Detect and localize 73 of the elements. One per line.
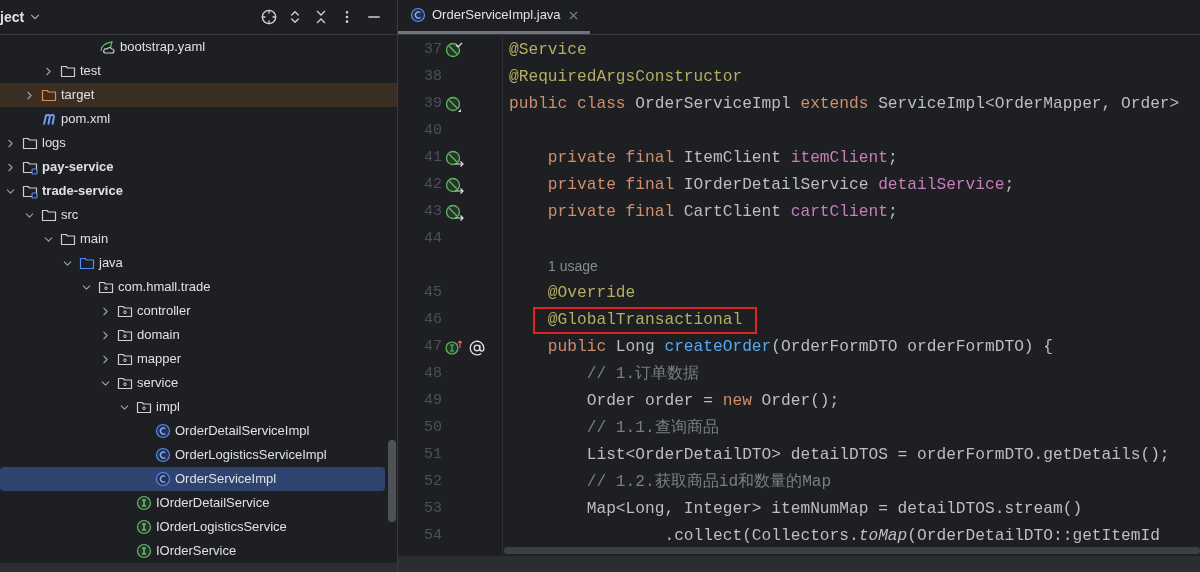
code-line: @Service <box>509 40 587 62</box>
folder-icon <box>41 207 57 223</box>
folder-icon <box>22 159 38 175</box>
panel-title[interactable]: ject <box>0 6 25 28</box>
tree-item[interactable]: pom.xml <box>0 107 397 131</box>
class-icon <box>410 7 426 23</box>
code-line: // 1.1.查询商品 <box>585 417 719 440</box>
tree-item[interactable]: impl <box>0 395 397 419</box>
class-icon <box>155 423 171 439</box>
folder-icon <box>60 63 76 79</box>
folder-icon <box>117 351 133 367</box>
folder-icon <box>117 327 133 343</box>
horizontal-scrollbar[interactable] <box>504 547 1200 554</box>
code-line: public Long createOrder(OrderFormDTO orderFormDTO) { <box>546 337 1053 359</box>
bean-arrow-icon[interactable] <box>445 203 465 222</box>
tree-item[interactable]: OrderServiceImpl <box>0 467 385 491</box>
interface-icon <box>136 519 152 535</box>
tree-item[interactable]: trade-service <box>0 179 397 203</box>
tree-item[interactable]: target <box>0 83 397 107</box>
interface-icon <box>136 543 152 559</box>
editor-tab[interactable]: OrderServiceImpl.java <box>398 0 590 34</box>
folder-icon <box>79 255 95 271</box>
folder-icon <box>98 279 114 295</box>
usage-hint[interactable]: 1 usage <box>502 256 598 277</box>
tree-item[interactable]: main <box>0 227 397 251</box>
folder-icon <box>117 375 133 391</box>
bean-arrow-icon[interactable] <box>445 149 465 168</box>
code-line: // 1.2.获取商品id和数量的Map <box>585 471 832 494</box>
code-line: @RequiredArgsConstructor <box>509 67 743 89</box>
bean-check-icon[interactable] <box>445 41 465 60</box>
code-line: // 1.订单数据 <box>585 364 700 386</box>
code-line: Order order = new Order(); <box>585 391 840 413</box>
tree-item[interactable]: pay-service <box>0 155 397 179</box>
folder-icon <box>41 87 57 103</box>
class-icon <box>155 447 171 463</box>
folder-icon <box>22 135 38 151</box>
tree-item[interactable]: bootstrap.yaml <box>0 35 397 59</box>
code-line: private final ItemClient itemClient; <box>546 148 898 170</box>
tree-item[interactable]: com.hmall.trade <box>0 275 397 299</box>
code-line: private final IOrderDetailService detailService; <box>546 175 1015 197</box>
interface-icon <box>136 495 152 511</box>
tree-item[interactable]: OrderLogisticsServiceImpl <box>0 443 397 467</box>
tree-item[interactable]: OrderDetailServiceImpl <box>0 419 397 443</box>
tree-item[interactable]: test <box>0 59 397 83</box>
bean-arrow-icon[interactable] <box>445 176 465 195</box>
folder-icon <box>22 183 38 199</box>
leaf-file-icon <box>98 39 116 55</box>
folder-icon <box>136 399 152 415</box>
class-icon <box>155 471 171 487</box>
tree-item[interactable]: logs <box>0 131 397 155</box>
tree-item[interactable]: domain <box>0 323 397 347</box>
code-line: List<OrderDetailDTO> detailDTOS = orderFormDTO.getDetails(); <box>585 445 1170 467</box>
tree-item[interactable]: mapper <box>0 347 397 371</box>
folder-icon <box>117 303 133 319</box>
tree-item[interactable]: IOrderDetailService <box>0 491 397 515</box>
implements-icon[interactable] <box>445 338 465 357</box>
code-line: private final CartClient cartClient; <box>546 202 898 224</box>
folder-icon <box>60 231 76 247</box>
scrollbar-thumb[interactable] <box>388 440 396 522</box>
code-line: @Override <box>546 283 636 305</box>
maven-file-icon <box>42 113 56 125</box>
tree-item[interactable]: IOrderService <box>0 539 397 563</box>
locate-icon[interactable] <box>261 9 277 25</box>
tree-item[interactable]: IOrderLogisticsService <box>0 515 397 539</box>
tree-item[interactable]: controller <box>0 299 397 323</box>
code-line: Map<Long, Integer> itemNumMap = detailDTOS.stream() <box>585 499 1083 521</box>
code-line: public class OrderServiceImpl extends ServiceImpl<OrderMapper, Order> <box>509 94 1180 116</box>
code-line: @GlobalTransactional <box>546 310 743 332</box>
tree-item[interactable]: service <box>0 371 397 395</box>
code-line: .collect(Collectors.toMap(OrderDetailDTO::getItemId <box>663 526 1160 548</box>
tree-item[interactable]: src <box>0 203 397 227</box>
at-sign-icon[interactable] <box>468 338 486 357</box>
tree-item[interactable]: java <box>0 251 397 275</box>
